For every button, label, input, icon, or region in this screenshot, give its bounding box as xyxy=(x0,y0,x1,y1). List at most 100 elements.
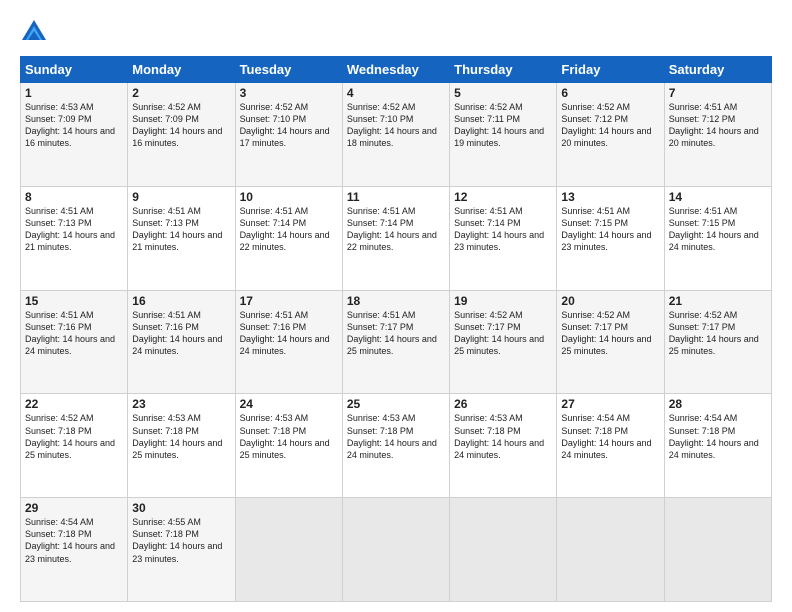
header-cell-wednesday: Wednesday xyxy=(342,57,449,83)
week-row-3: 15Sunrise: 4:51 AMSunset: 7:16 PMDayligh… xyxy=(21,290,772,394)
cell-info: Sunrise: 4:54 AMSunset: 7:18 PMDaylight:… xyxy=(561,412,659,461)
day-number: 16 xyxy=(132,294,230,308)
cell-info: Sunrise: 4:51 AMSunset: 7:16 PMDaylight:… xyxy=(132,309,230,358)
cell-info: Sunrise: 4:53 AMSunset: 7:18 PMDaylight:… xyxy=(347,412,445,461)
day-number: 5 xyxy=(454,86,552,100)
day-number: 4 xyxy=(347,86,445,100)
day-number: 8 xyxy=(25,190,123,204)
day-number: 3 xyxy=(240,86,338,100)
calendar-cell: 25Sunrise: 4:53 AMSunset: 7:18 PMDayligh… xyxy=(342,394,449,498)
cell-info: Sunrise: 4:53 AMSunset: 7:18 PMDaylight:… xyxy=(240,412,338,461)
calendar-cell: 10Sunrise: 4:51 AMSunset: 7:14 PMDayligh… xyxy=(235,186,342,290)
calendar-cell xyxy=(235,498,342,602)
calendar-cell: 28Sunrise: 4:54 AMSunset: 7:18 PMDayligh… xyxy=(664,394,771,498)
day-number: 13 xyxy=(561,190,659,204)
calendar-table: SundayMondayTuesdayWednesdayThursdayFrid… xyxy=(20,56,772,602)
cell-info: Sunrise: 4:51 AMSunset: 7:13 PMDaylight:… xyxy=(25,205,123,254)
day-number: 15 xyxy=(25,294,123,308)
calendar-cell: 16Sunrise: 4:51 AMSunset: 7:16 PMDayligh… xyxy=(128,290,235,394)
cell-info: Sunrise: 4:53 AMSunset: 7:18 PMDaylight:… xyxy=(132,412,230,461)
header-row: SundayMondayTuesdayWednesdayThursdayFrid… xyxy=(21,57,772,83)
cell-info: Sunrise: 4:52 AMSunset: 7:12 PMDaylight:… xyxy=(561,101,659,150)
cell-info: Sunrise: 4:51 AMSunset: 7:14 PMDaylight:… xyxy=(347,205,445,254)
header-cell-tuesday: Tuesday xyxy=(235,57,342,83)
calendar-cell: 18Sunrise: 4:51 AMSunset: 7:17 PMDayligh… xyxy=(342,290,449,394)
header-cell-monday: Monday xyxy=(128,57,235,83)
calendar-cell: 9Sunrise: 4:51 AMSunset: 7:13 PMDaylight… xyxy=(128,186,235,290)
week-row-5: 29Sunrise: 4:54 AMSunset: 7:18 PMDayligh… xyxy=(21,498,772,602)
cell-info: Sunrise: 4:52 AMSunset: 7:17 PMDaylight:… xyxy=(454,309,552,358)
day-number: 26 xyxy=(454,397,552,411)
cell-info: Sunrise: 4:51 AMSunset: 7:14 PMDaylight:… xyxy=(240,205,338,254)
day-number: 1 xyxy=(25,86,123,100)
day-number: 17 xyxy=(240,294,338,308)
calendar-cell: 1Sunrise: 4:53 AMSunset: 7:09 PMDaylight… xyxy=(21,83,128,187)
calendar-cell: 29Sunrise: 4:54 AMSunset: 7:18 PMDayligh… xyxy=(21,498,128,602)
page: SundayMondayTuesdayWednesdayThursdayFrid… xyxy=(0,0,792,612)
cell-info: Sunrise: 4:52 AMSunset: 7:10 PMDaylight:… xyxy=(240,101,338,150)
calendar-cell: 30Sunrise: 4:55 AMSunset: 7:18 PMDayligh… xyxy=(128,498,235,602)
calendar-cell: 5Sunrise: 4:52 AMSunset: 7:11 PMDaylight… xyxy=(450,83,557,187)
calendar-cell: 12Sunrise: 4:51 AMSunset: 7:14 PMDayligh… xyxy=(450,186,557,290)
cell-info: Sunrise: 4:52 AMSunset: 7:11 PMDaylight:… xyxy=(454,101,552,150)
cell-info: Sunrise: 4:52 AMSunset: 7:09 PMDaylight:… xyxy=(132,101,230,150)
week-row-2: 8Sunrise: 4:51 AMSunset: 7:13 PMDaylight… xyxy=(21,186,772,290)
calendar-cell: 8Sunrise: 4:51 AMSunset: 7:13 PMDaylight… xyxy=(21,186,128,290)
cell-info: Sunrise: 4:51 AMSunset: 7:15 PMDaylight:… xyxy=(669,205,767,254)
calendar-cell: 6Sunrise: 4:52 AMSunset: 7:12 PMDaylight… xyxy=(557,83,664,187)
day-number: 28 xyxy=(669,397,767,411)
day-number: 25 xyxy=(347,397,445,411)
cell-info: Sunrise: 4:51 AMSunset: 7:13 PMDaylight:… xyxy=(132,205,230,254)
calendar-cell xyxy=(557,498,664,602)
day-number: 10 xyxy=(240,190,338,204)
cell-info: Sunrise: 4:51 AMSunset: 7:15 PMDaylight:… xyxy=(561,205,659,254)
day-number: 27 xyxy=(561,397,659,411)
cell-info: Sunrise: 4:51 AMSunset: 7:16 PMDaylight:… xyxy=(25,309,123,358)
calendar-cell: 21Sunrise: 4:52 AMSunset: 7:17 PMDayligh… xyxy=(664,290,771,394)
day-number: 24 xyxy=(240,397,338,411)
day-number: 2 xyxy=(132,86,230,100)
cell-info: Sunrise: 4:52 AMSunset: 7:10 PMDaylight:… xyxy=(347,101,445,150)
calendar-cell xyxy=(450,498,557,602)
day-number: 18 xyxy=(347,294,445,308)
calendar-cell: 20Sunrise: 4:52 AMSunset: 7:17 PMDayligh… xyxy=(557,290,664,394)
cell-info: Sunrise: 4:54 AMSunset: 7:18 PMDaylight:… xyxy=(669,412,767,461)
cell-info: Sunrise: 4:52 AMSunset: 7:17 PMDaylight:… xyxy=(561,309,659,358)
day-number: 29 xyxy=(25,501,123,515)
week-row-4: 22Sunrise: 4:52 AMSunset: 7:18 PMDayligh… xyxy=(21,394,772,498)
day-number: 6 xyxy=(561,86,659,100)
header-cell-thursday: Thursday xyxy=(450,57,557,83)
header-cell-saturday: Saturday xyxy=(664,57,771,83)
cell-info: Sunrise: 4:54 AMSunset: 7:18 PMDaylight:… xyxy=(25,516,123,565)
day-number: 20 xyxy=(561,294,659,308)
logo xyxy=(20,18,50,46)
logo-icon xyxy=(20,18,48,46)
calendar-cell: 27Sunrise: 4:54 AMSunset: 7:18 PMDayligh… xyxy=(557,394,664,498)
calendar-cell: 26Sunrise: 4:53 AMSunset: 7:18 PMDayligh… xyxy=(450,394,557,498)
calendar-cell: 19Sunrise: 4:52 AMSunset: 7:17 PMDayligh… xyxy=(450,290,557,394)
day-number: 23 xyxy=(132,397,230,411)
week-row-1: 1Sunrise: 4:53 AMSunset: 7:09 PMDaylight… xyxy=(21,83,772,187)
cell-info: Sunrise: 4:55 AMSunset: 7:18 PMDaylight:… xyxy=(132,516,230,565)
cell-info: Sunrise: 4:51 AMSunset: 7:14 PMDaylight:… xyxy=(454,205,552,254)
calendar-cell: 7Sunrise: 4:51 AMSunset: 7:12 PMDaylight… xyxy=(664,83,771,187)
calendar-cell: 24Sunrise: 4:53 AMSunset: 7:18 PMDayligh… xyxy=(235,394,342,498)
day-number: 7 xyxy=(669,86,767,100)
header-cell-friday: Friday xyxy=(557,57,664,83)
calendar-cell: 11Sunrise: 4:51 AMSunset: 7:14 PMDayligh… xyxy=(342,186,449,290)
cell-info: Sunrise: 4:52 AMSunset: 7:17 PMDaylight:… xyxy=(669,309,767,358)
cell-info: Sunrise: 4:53 AMSunset: 7:18 PMDaylight:… xyxy=(454,412,552,461)
calendar-cell: 23Sunrise: 4:53 AMSunset: 7:18 PMDayligh… xyxy=(128,394,235,498)
day-number: 19 xyxy=(454,294,552,308)
cell-info: Sunrise: 4:51 AMSunset: 7:12 PMDaylight:… xyxy=(669,101,767,150)
header-cell-sunday: Sunday xyxy=(21,57,128,83)
day-number: 9 xyxy=(132,190,230,204)
cell-info: Sunrise: 4:51 AMSunset: 7:17 PMDaylight:… xyxy=(347,309,445,358)
cell-info: Sunrise: 4:53 AMSunset: 7:09 PMDaylight:… xyxy=(25,101,123,150)
cell-info: Sunrise: 4:52 AMSunset: 7:18 PMDaylight:… xyxy=(25,412,123,461)
calendar-cell: 22Sunrise: 4:52 AMSunset: 7:18 PMDayligh… xyxy=(21,394,128,498)
header xyxy=(20,18,772,46)
calendar-cell: 13Sunrise: 4:51 AMSunset: 7:15 PMDayligh… xyxy=(557,186,664,290)
calendar-cell: 4Sunrise: 4:52 AMSunset: 7:10 PMDaylight… xyxy=(342,83,449,187)
day-number: 11 xyxy=(347,190,445,204)
